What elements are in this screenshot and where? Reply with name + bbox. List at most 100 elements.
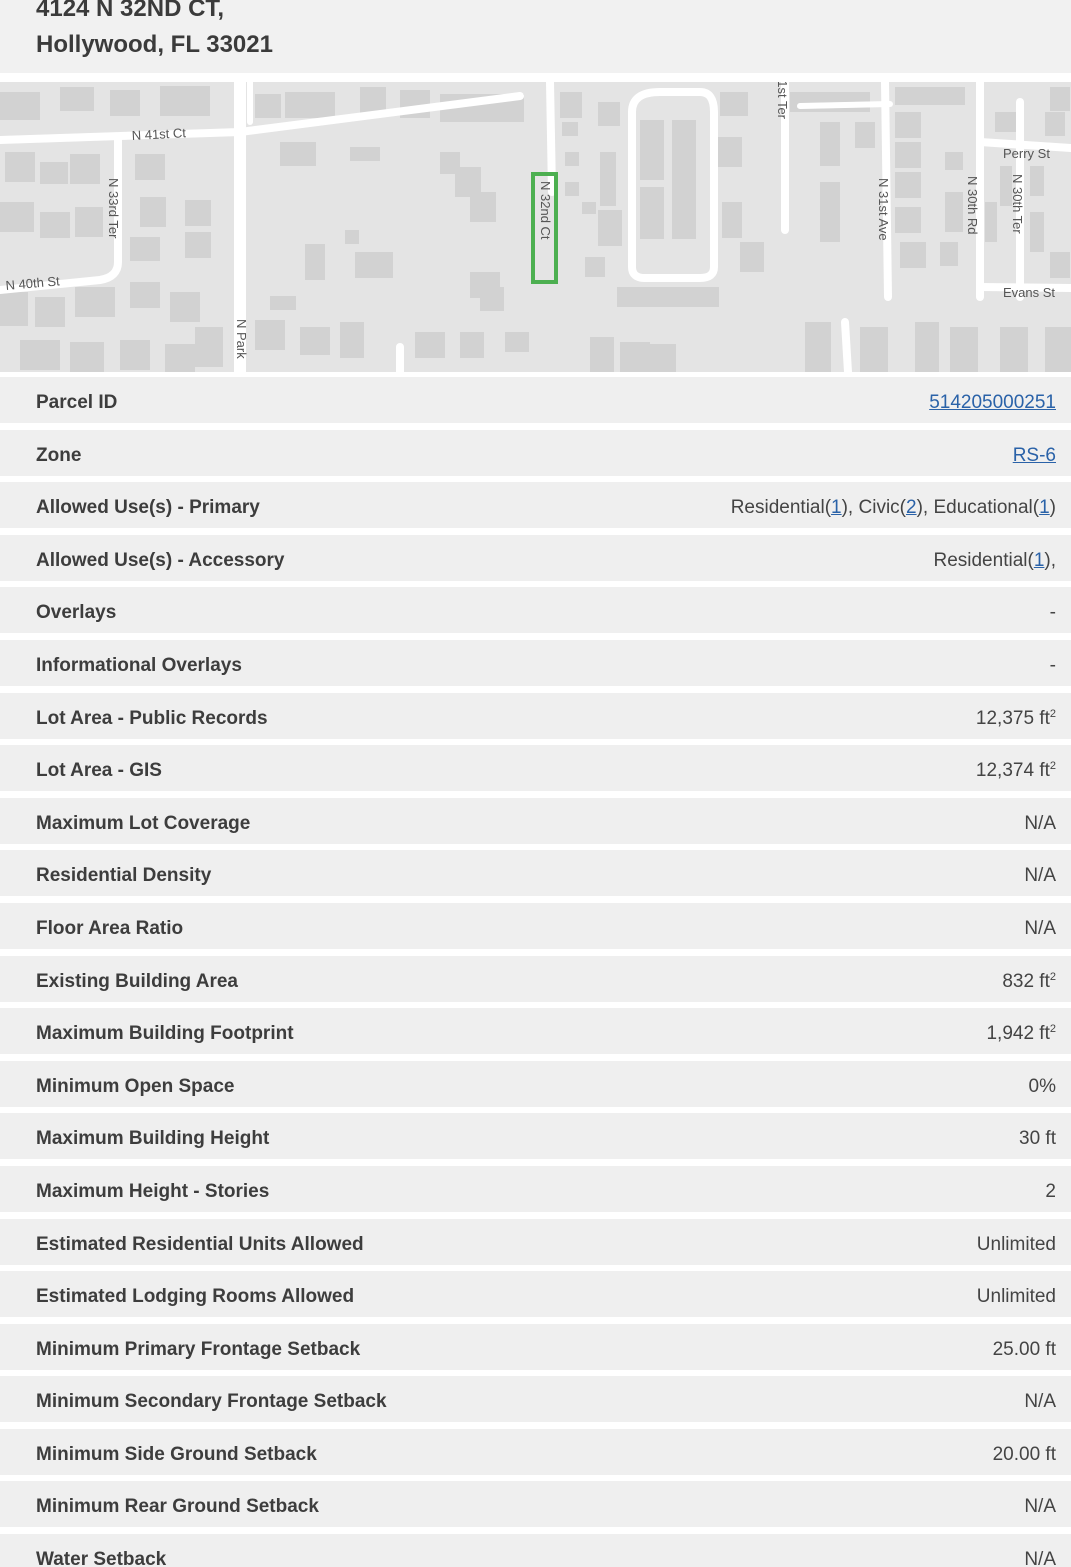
row-zone: Zone RS-6	[0, 430, 1071, 476]
row-value: 514205000251	[929, 377, 1056, 429]
row-value: RS-6	[1013, 430, 1056, 482]
row-estimated-lodging-rooms: Estimated Lodging Rooms Allowed Unlimite…	[0, 1271, 1071, 1317]
label-n31st-ter: N 31st Ter	[775, 82, 790, 120]
row-value: 2	[1045, 1166, 1056, 1218]
row-label: Residential Density	[36, 850, 211, 902]
row-label: Minimum Primary Frontage Setback	[36, 1324, 360, 1376]
row-label: Estimated Residential Units Allowed	[36, 1219, 364, 1271]
parcel-map[interactable]: N 41st Ct N 33rd Ter N 40th St N Park N …	[0, 82, 1071, 372]
row-value: 1,942 ft2	[986, 1008, 1056, 1060]
row-value: 0%	[1029, 1061, 1056, 1113]
row-lot-area-gis: Lot Area - GIS 12,374 ft2	[0, 745, 1071, 791]
address-line-1: 4124 N 32ND CT,	[36, 0, 224, 23]
use-residential-ref-link[interactable]: 1	[831, 497, 842, 518]
label-n-park: N Park	[234, 319, 249, 359]
row-parcel-id: Parcel ID 514205000251	[0, 377, 1071, 423]
address-line-2: Hollywood, FL 33021	[36, 31, 273, 59]
row-value: N/A	[1024, 798, 1056, 850]
parcel-details-list: Parcel ID 514205000251 Zone RS-6 Allowed…	[0, 377, 1071, 1567]
row-label: Zone	[36, 430, 81, 482]
row-value: N/A	[1024, 1481, 1056, 1533]
row-label: Lot Area - GIS	[36, 745, 162, 797]
parcel-id-link[interactable]: 514205000251	[929, 392, 1056, 413]
lot-area-public-value: 12,375 ft	[976, 708, 1050, 729]
row-label: Allowed Use(s) - Primary	[36, 482, 260, 534]
label-n30th-rd: N 30th Rd	[965, 176, 980, 235]
row-label: Maximum Building Footprint	[36, 1008, 294, 1060]
row-minimum-open-space: Minimum Open Space 0%	[0, 1061, 1071, 1107]
row-label: Water Setback	[36, 1534, 166, 1567]
row-label: Parcel ID	[36, 377, 117, 429]
label-n32nd-ct: N 32nd Ct	[538, 181, 553, 240]
accessory-use-residential: Residential	[933, 550, 1027, 571]
row-allowed-uses-accessory: Allowed Use(s) - Accessory Residential(1…	[0, 535, 1071, 581]
row-value: 12,375 ft2	[976, 693, 1056, 745]
existing-building-area-value: 832 ft	[1002, 971, 1050, 992]
row-water-setback: Water Setback N/A	[0, 1534, 1071, 1567]
row-value: Residential(1),	[933, 535, 1056, 587]
label-evans-st: Evans St	[1003, 285, 1055, 300]
row-existing-building-area: Existing Building Area 832 ft2	[0, 956, 1071, 1002]
row-label: Maximum Building Height	[36, 1113, 269, 1165]
row-label: Estimated Lodging Rooms Allowed	[36, 1271, 354, 1323]
row-value: Residential(1), Civic(2), Educational(1)	[731, 482, 1056, 534]
row-residential-density: Residential Density N/A	[0, 850, 1071, 896]
max-building-footprint-value: 1,942 ft	[986, 1023, 1049, 1044]
row-informational-overlays: Informational Overlays -	[0, 640, 1071, 686]
use-civic-ref-link[interactable]: 2	[906, 497, 917, 518]
row-value: N/A	[1024, 850, 1056, 902]
row-value: 832 ft2	[1002, 956, 1056, 1008]
row-min-secondary-frontage-setback: Minimum Secondary Frontage Setback N/A	[0, 1376, 1071, 1422]
row-maximum-height-stories: Maximum Height - Stories 2	[0, 1166, 1071, 1212]
row-label: Maximum Lot Coverage	[36, 798, 250, 850]
row-min-primary-frontage-setback: Minimum Primary Frontage Setback 25.00 f…	[0, 1324, 1071, 1370]
row-overlays: Overlays -	[0, 587, 1071, 633]
row-maximum-building-footprint: Maximum Building Footprint 1,942 ft2	[0, 1008, 1071, 1054]
label-n31st-ave: N 31st Ave	[876, 178, 891, 241]
zone-link[interactable]: RS-6	[1013, 445, 1056, 466]
unit-superscript: 2	[1050, 971, 1056, 983]
row-label: Minimum Open Space	[36, 1061, 234, 1113]
row-value: -	[1050, 640, 1056, 692]
row-estimated-residential-units: Estimated Residential Units Allowed Unli…	[0, 1219, 1071, 1265]
row-maximum-lot-coverage: Maximum Lot Coverage N/A	[0, 798, 1071, 844]
row-lot-area-public-records: Lot Area - Public Records 12,375 ft2	[0, 693, 1071, 739]
row-value: 30 ft	[1019, 1113, 1056, 1165]
use-educational: Educational	[933, 497, 1032, 518]
unit-superscript: 2	[1050, 1023, 1056, 1035]
row-value: -	[1050, 587, 1056, 639]
row-label: Maximum Height - Stories	[36, 1166, 269, 1218]
row-min-rear-ground-setback: Minimum Rear Ground Setback N/A	[0, 1481, 1071, 1527]
label-n30th-ter: N 30th Ter	[1010, 174, 1025, 234]
unit-superscript: 2	[1050, 760, 1056, 772]
row-value: 25.00 ft	[993, 1324, 1056, 1376]
row-label: Informational Overlays	[36, 640, 242, 692]
row-label: Minimum Secondary Frontage Setback	[36, 1376, 387, 1428]
row-allowed-uses-primary: Allowed Use(s) - Primary Residential(1),…	[0, 482, 1071, 528]
accessory-residential-ref-link[interactable]: 1	[1034, 550, 1045, 571]
row-label: Minimum Rear Ground Setback	[36, 1481, 319, 1533]
row-value: 20.00 ft	[993, 1429, 1056, 1481]
label-perry-st: Perry St	[1003, 146, 1050, 161]
map-canvas[interactable]: N 41st Ct N 33rd Ter N 40th St N Park N …	[0, 82, 1071, 372]
property-report-page: 4124 N 32ND CT, Hollywood, FL 33021	[0, 0, 1071, 1567]
row-maximum-building-height: Maximum Building Height 30 ft	[0, 1113, 1071, 1159]
row-value: N/A	[1024, 1534, 1056, 1567]
row-label: Lot Area - Public Records	[36, 693, 268, 745]
row-value: Unlimited	[977, 1271, 1056, 1323]
row-label: Overlays	[36, 587, 116, 639]
use-civic: Civic	[859, 497, 900, 518]
lot-area-gis-value: 12,374 ft	[976, 760, 1050, 781]
row-min-side-ground-setback: Minimum Side Ground Setback 20.00 ft	[0, 1429, 1071, 1475]
label-n33rd-ter: N 33rd Ter	[106, 178, 121, 239]
row-value: Unlimited	[977, 1219, 1056, 1271]
row-value: N/A	[1024, 903, 1056, 955]
address-header: 4124 N 32ND CT, Hollywood, FL 33021	[0, 0, 1071, 73]
row-value: 12,374 ft2	[976, 745, 1056, 797]
use-educational-ref-link[interactable]: 1	[1039, 497, 1050, 518]
row-value: N/A	[1024, 1376, 1056, 1428]
use-residential: Residential	[731, 497, 825, 518]
unit-superscript: 2	[1050, 708, 1056, 720]
row-label: Minimum Side Ground Setback	[36, 1429, 317, 1481]
row-label: Floor Area Ratio	[36, 903, 183, 955]
